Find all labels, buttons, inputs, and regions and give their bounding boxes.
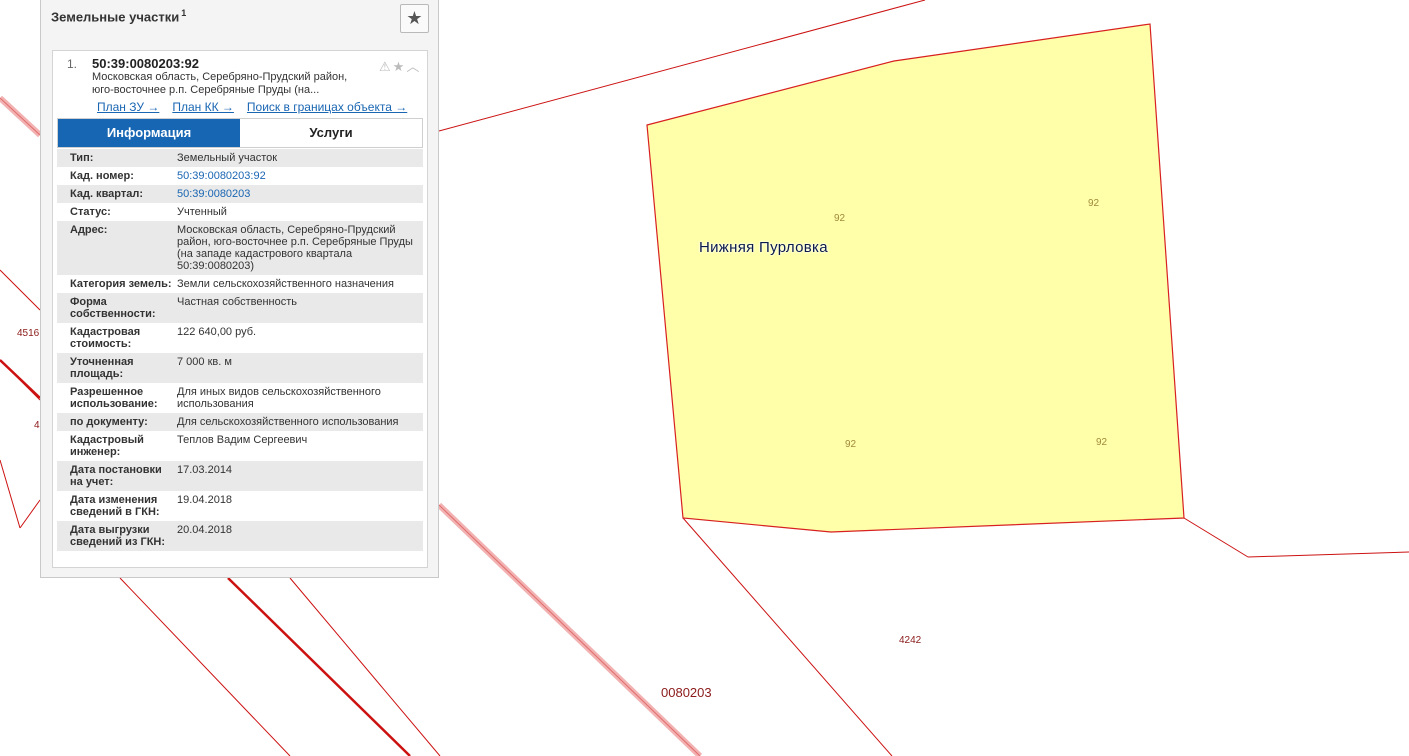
plot-label: 92 (845, 439, 857, 450)
cad-quarter-link[interactable]: 50:39:0080203 (177, 188, 417, 200)
plot-label: 92 (1096, 437, 1108, 448)
parcel-label: 4242 (899, 635, 922, 646)
table-row: Дата изменения сведений в ГКН: 19.04.2018 (57, 491, 423, 521)
result-cad-number[interactable]: 50:39:0080203:92 (92, 56, 199, 71)
parcel-label: 4 (34, 420, 40, 431)
table-row: по документу: Для сельскохозяйственного и… (57, 413, 423, 431)
row-value: Для иных видов сельскохозяйственного исп… (177, 386, 381, 410)
chevron-up-icon[interactable]: ︿ (406, 59, 420, 74)
card-actions: ⚠★︿ (379, 56, 421, 75)
selected-plot[interactable] (646, 23, 1185, 533)
table-row: Дата выгрузки сведений из ГКН: 20.04.2018 (57, 521, 423, 551)
row-label: Уточненная площадь: (70, 356, 134, 380)
row-value: 17.03.2014 (177, 464, 233, 476)
row-value: Московская область, Серебряно-Прудский р… (177, 224, 413, 272)
warning-icon[interactable]: ⚠ (379, 59, 392, 74)
place-name-label: Нижняя Пурловка (699, 239, 828, 256)
table-row: Категория земель: Земли сельскохозяйствен… (57, 275, 423, 293)
row-label: Кад. номер: (70, 170, 134, 182)
row-label: Дата изменения сведений в ГКН: (70, 494, 160, 518)
row-value: 19.04.2018 (177, 494, 233, 506)
table-row: Кадастровый инженер: Теплов Вадим Сергеев… (57, 431, 423, 461)
table-row: Кад. номер: 50:39:0080203:92 (57, 167, 423, 185)
row-label: Категория земель: (70, 278, 172, 290)
table-row: Кад. квартал: 50:39:0080203 (57, 185, 423, 203)
row-label: Разрешенное использование: (70, 386, 158, 410)
star-icon[interactable]: ★ (393, 59, 406, 74)
table-row: Разрешенное использование: Для иных видов… (57, 383, 423, 413)
star-icon: ★ (406, 8, 423, 28)
row-label: Тип: (70, 152, 94, 164)
row-value: Земли сельскохозяйственного назначения (177, 278, 394, 290)
panel-title: Земельные участки 1 (51, 8, 186, 24)
row-value: 122 640,00 руб. (177, 326, 257, 338)
results-count: 1 (181, 8, 187, 18)
row-label: по документу: (70, 416, 148, 428)
result-index: 1. (67, 57, 78, 71)
row-label: Дата выгрузки сведений из ГКН: (70, 524, 166, 548)
row-label: Форма собственности: (70, 296, 156, 320)
table-row: Форма собственности: Частная собственност… (57, 293, 423, 323)
row-label: Адрес: (70, 224, 108, 236)
row-value: Учтенный (177, 206, 227, 218)
tab-services[interactable]: Услуги (240, 119, 422, 147)
tab-info[interactable]: Информация (58, 119, 240, 147)
plot-label: 92 (834, 213, 846, 224)
row-label: Кадастровый инженер: (70, 434, 144, 458)
plot-label: 92 (1088, 198, 1100, 209)
row-label: Кад. квартал: (70, 188, 144, 200)
table-row: Адрес: Московская область, Серебряно-Пруд… (57, 221, 423, 275)
search-in-bounds-link[interactable]: Поиск в границах объекта → (247, 100, 407, 114)
table-row: Кадастровая стоимость: 122 640,00 руб. (57, 323, 423, 353)
table-row: Статус: Учтенный (57, 203, 423, 221)
quarter-label: 0080203 (661, 685, 712, 700)
plan-zu-link[interactable]: План ЗУ → (97, 100, 159, 114)
row-label: Дата постановки на учет: (70, 464, 162, 488)
panel-title-text: Земельные участки (51, 9, 180, 25)
row-label: Кадастровая стоимость: (70, 326, 141, 350)
table-row: Дата постановки на учет: 17.03.2014 (57, 461, 423, 491)
result-address: Московская область, Серебряно-Прудский р… (92, 71, 362, 97)
row-label: Статус: (70, 206, 111, 218)
details-table: Тип: Земельный участок Кад. номер: 50:39:0… (57, 149, 423, 551)
address-line: Московская область, Серебряно-Прудский р… (92, 71, 348, 83)
table-row: Тип: Земельный участок (57, 149, 423, 167)
cad-number-link[interactable]: 50:39:0080203:92 (177, 170, 417, 182)
table-row: Уточненная площадь: 7 000 кв. м (57, 353, 423, 383)
row-value: Теплов Вадим Сергеевич (177, 434, 308, 446)
favorites-button[interactable]: ★ (400, 4, 429, 33)
search-results-panel: Земельные участки 1 ★ 1. 50:39:0080203:92… (40, 0, 439, 578)
result-links: План ЗУ → План КК → Поиск в границах объек… (97, 100, 420, 114)
result-card[interactable]: 1. 50:39:0080203:92 Московская область, … (52, 50, 428, 568)
row-value: 7 000 кв. м (177, 356, 232, 368)
address-line: юго-восточнее р.п. Серебряные Пруды (на.… (92, 84, 320, 96)
row-value: 20.04.2018 (177, 524, 233, 536)
result-tabs: Информация Услуги (57, 118, 423, 148)
plan-kk-link[interactable]: План КК → (172, 100, 234, 114)
parcel-label: 4516 (17, 328, 40, 339)
row-value: Частная собственность (177, 296, 298, 308)
row-value: Для сельскохозяйственного использования (177, 416, 399, 428)
row-value: Земельный участок (177, 152, 278, 164)
